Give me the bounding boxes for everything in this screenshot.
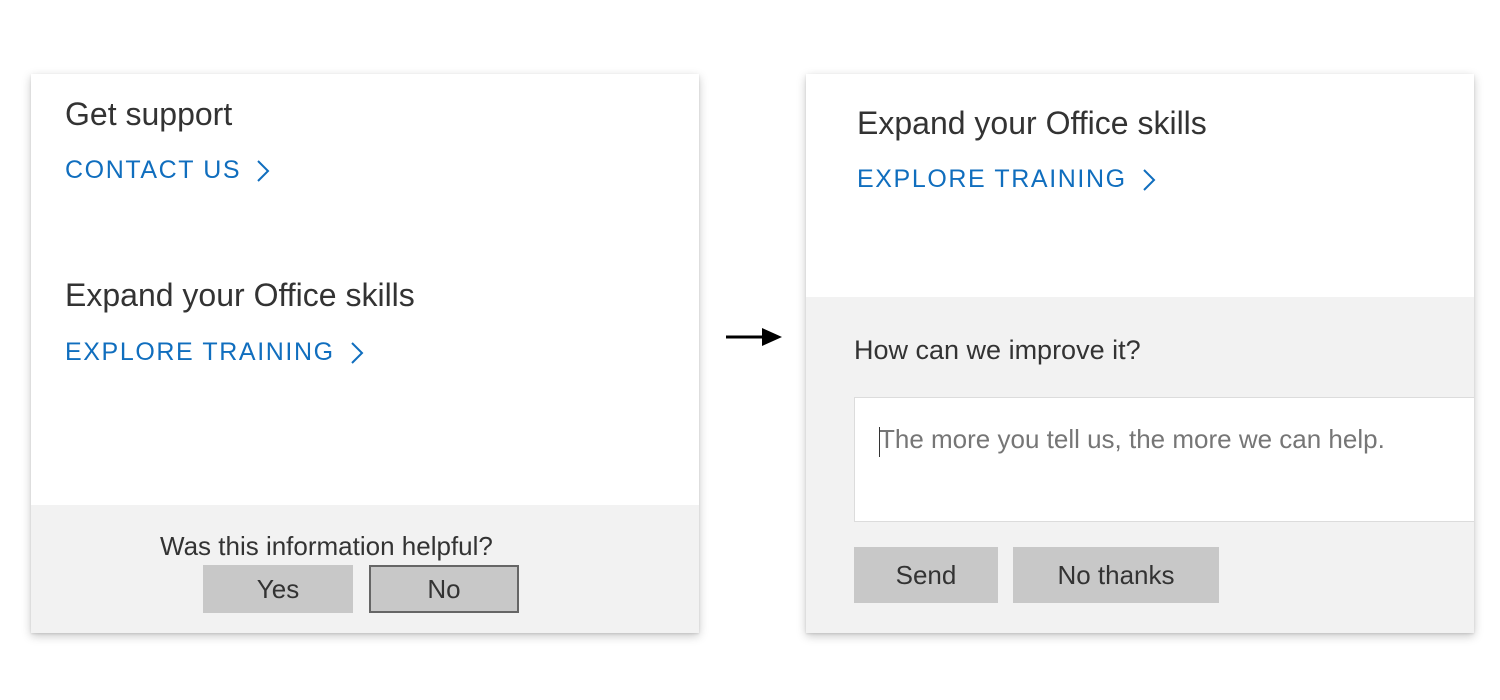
- feedback-textarea[interactable]: [854, 397, 1474, 522]
- help-panel-before: Get support CONTACT US Expand your Offic…: [31, 74, 699, 633]
- contact-us-link[interactable]: CONTACT US: [65, 158, 273, 183]
- no-thanks-button[interactable]: No thanks: [1013, 547, 1219, 603]
- text-caret: [879, 427, 880, 457]
- explore-training-label: EXPLORE TRAINING: [65, 338, 335, 366]
- explore-training-link[interactable]: EXPLORE TRAINING: [857, 167, 1159, 192]
- helpful-question: Was this information helpful?: [160, 531, 493, 561]
- chevron-right-icon: [1139, 168, 1159, 192]
- send-button[interactable]: Send: [854, 547, 998, 603]
- comparison-stage: Get support CONTACT US Expand your Offic…: [0, 0, 1500, 700]
- chevron-right-icon: [347, 341, 367, 365]
- get-support-heading: Get support: [65, 96, 233, 132]
- yes-button[interactable]: Yes: [203, 565, 353, 613]
- contact-us-label: CONTACT US: [65, 156, 242, 184]
- feedback-form: How can we improve it? Send No thanks: [806, 297, 1474, 633]
- feedback-footer: Was this information helpful? Yes No: [31, 505, 699, 633]
- improve-question: How can we improve it?: [854, 335, 1141, 365]
- chevron-right-icon: [253, 159, 273, 183]
- arrow-right-icon: [726, 326, 782, 348]
- office-skills-heading: Expand your Office skills: [65, 277, 415, 313]
- explore-training-label: EXPLORE TRAINING: [857, 165, 1127, 193]
- explore-training-link[interactable]: EXPLORE TRAINING: [65, 340, 367, 365]
- help-panel-after: Expand your Office skills EXPLORE TRAINI…: [806, 74, 1474, 633]
- office-skills-heading: Expand your Office skills: [857, 105, 1207, 141]
- no-button[interactable]: No: [369, 565, 519, 613]
